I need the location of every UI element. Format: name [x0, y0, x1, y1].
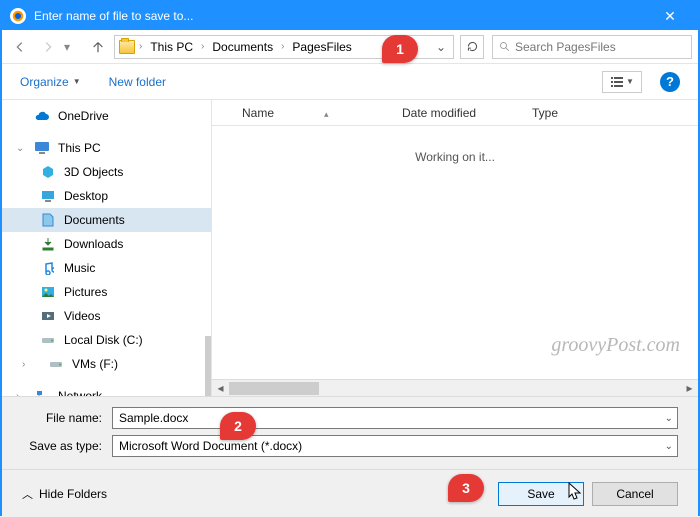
sidebar-item-localdisk[interactable]: Local Disk (C:) — [2, 328, 211, 352]
button-row: ︿ Hide Folders Save Cancel — [2, 469, 698, 517]
sidebar-item-music[interactable]: Music — [2, 256, 211, 280]
window-title: Enter name of file to save to... — [34, 9, 650, 23]
scrollbar-track[interactable] — [229, 380, 681, 397]
sidebar-item-pictures[interactable]: Pictures — [2, 280, 211, 304]
breadcrumb-thispc[interactable]: This PC — [146, 38, 197, 56]
filename-value: Sample.docx — [119, 411, 188, 425]
search-placeholder: Search PagesFiles — [515, 40, 616, 54]
chevron-up-icon: ︿ — [22, 486, 33, 502]
saveastype-select[interactable]: Microsoft Word Document (*.docx) ⌄ — [112, 435, 678, 457]
horizontal-scrollbar[interactable]: ◂ ▸ — [212, 379, 698, 396]
saveastype-label: Save as type: — [22, 439, 112, 453]
collapse-icon: ⌄ — [16, 143, 26, 154]
firefox-icon — [10, 8, 26, 24]
scrollbar-thumb[interactable] — [229, 382, 319, 395]
up-button[interactable] — [86, 35, 110, 59]
documents-icon — [40, 212, 56, 228]
drive-icon — [40, 332, 56, 348]
annotation-1: 1 — [382, 35, 418, 63]
filename-label: File name: — [22, 411, 112, 425]
scroll-left-icon[interactable]: ◂ — [212, 380, 229, 397]
search-input[interactable]: Search PagesFiles — [492, 35, 692, 59]
sidebar: OneDrive ⌄ This PC 3D Objects Desktop Do… — [2, 100, 212, 396]
sidebar-item-network[interactable]: ›Network — [2, 384, 211, 396]
help-button[interactable]: ? — [660, 72, 680, 92]
annotation-3: 3 — [448, 474, 484, 502]
downloads-icon — [40, 236, 56, 252]
sidebar-item-videos[interactable]: Videos — [2, 304, 211, 328]
annotation-2: 2 — [220, 412, 256, 440]
organize-button[interactable]: Organize▼ — [20, 75, 81, 89]
drive-icon — [48, 356, 64, 372]
forward-button[interactable] — [36, 35, 60, 59]
search-icon — [499, 41, 511, 53]
expand-icon: › — [22, 359, 32, 370]
sidebar-item-desktop[interactable]: Desktop — [2, 184, 211, 208]
hide-folders-button[interactable]: ︿ Hide Folders — [22, 486, 107, 502]
sidebar-item-documents[interactable]: Documents — [2, 208, 211, 232]
sidebar-item-downloads[interactable]: Downloads — [2, 232, 211, 256]
view-options-button[interactable]: ▼ — [602, 71, 642, 93]
new-folder-button[interactable]: New folder — [109, 75, 166, 89]
sidebar-item-vms[interactable]: ›VMs (F:) — [2, 352, 211, 376]
dropdown-icon[interactable]: ⌄ — [665, 441, 673, 452]
form-area: File name: Sample.docx ⌄ Save as type: M… — [2, 396, 698, 469]
breadcrumb-documents[interactable]: Documents — [208, 38, 277, 56]
network-icon — [34, 388, 50, 396]
content-pane: Name▴ Date modified Type Working on it..… — [212, 100, 698, 396]
videos-icon — [40, 308, 56, 324]
file-list[interactable]: Working on it... groovyPost.com — [212, 126, 698, 379]
sidebar-scrollbar-thumb[interactable] — [205, 336, 211, 396]
list-view-icon — [610, 76, 624, 88]
history-dropdown[interactable]: ▾ — [64, 40, 78, 54]
desktop-icon — [40, 188, 56, 204]
address-dropdown[interactable]: ⌄ — [433, 40, 449, 54]
back-button[interactable] — [8, 35, 32, 59]
music-icon — [40, 260, 56, 276]
onedrive-icon — [34, 108, 50, 124]
chevron-right-icon: › — [139, 41, 142, 52]
body-area: OneDrive ⌄ This PC 3D Objects Desktop Do… — [2, 100, 698, 396]
dropdown-icon[interactable]: ⌄ — [665, 413, 673, 424]
sidebar-item-3dobjects[interactable]: 3D Objects — [2, 160, 211, 184]
close-button[interactable]: ✕ — [650, 8, 690, 25]
column-name[interactable]: Name▴ — [242, 106, 402, 120]
mouse-cursor-icon — [568, 482, 582, 502]
sidebar-item-onedrive[interactable]: OneDrive — [2, 104, 211, 128]
folder-icon — [119, 40, 135, 54]
sort-indicator-icon: ▴ — [324, 109, 329, 119]
titlebar: Enter name of file to save to... ✕ — [2, 2, 698, 30]
column-type[interactable]: Type — [532, 106, 558, 120]
cancel-button[interactable]: Cancel — [592, 482, 678, 506]
column-date[interactable]: Date modified — [402, 106, 532, 120]
breadcrumb-pagesfiles[interactable]: PagesFiles — [288, 38, 355, 56]
pictures-icon — [40, 284, 56, 300]
watermark: groovyPost.com — [551, 334, 680, 357]
column-headers: Name▴ Date modified Type — [212, 100, 698, 126]
3dobjects-icon — [40, 164, 56, 180]
status-text: Working on it... — [415, 150, 495, 164]
filename-input[interactable]: Sample.docx ⌄ — [112, 407, 678, 429]
chevron-right-icon: › — [201, 41, 204, 52]
scroll-right-icon[interactable]: ▸ — [681, 380, 698, 397]
navbar: ▾ › This PC › Documents › PagesFiles ⌄ S… — [2, 30, 698, 64]
sidebar-item-thispc[interactable]: ⌄ This PC — [2, 136, 211, 160]
chevron-right-icon: › — [281, 41, 284, 52]
toolbar: Organize▼ New folder ▼ ? — [2, 64, 698, 100]
saveastype-value: Microsoft Word Document (*.docx) — [119, 439, 302, 453]
expand-icon: › — [16, 391, 26, 397]
refresh-button[interactable] — [460, 35, 484, 59]
thispc-icon — [34, 140, 50, 156]
